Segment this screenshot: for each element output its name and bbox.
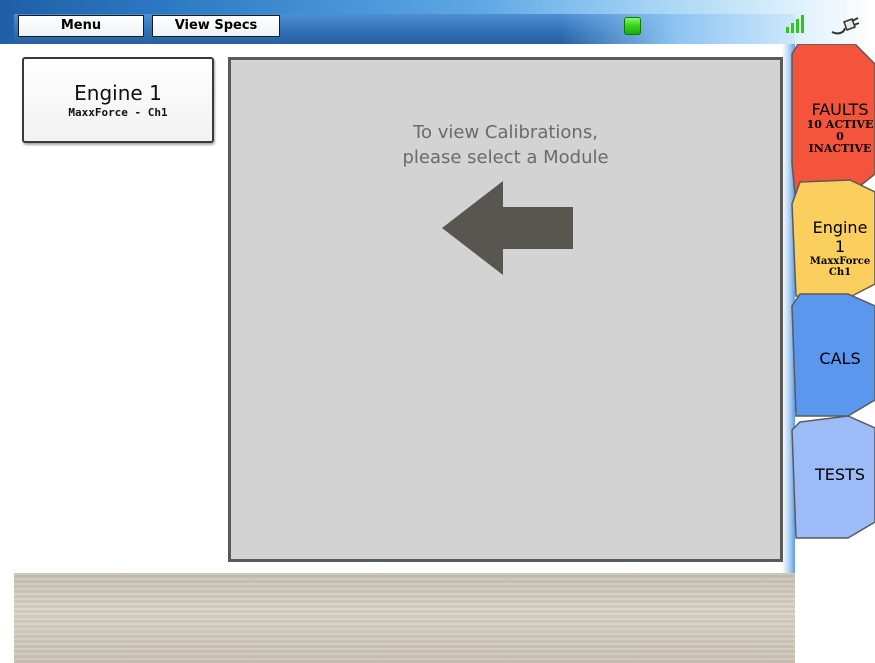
toolbar-fade [560, 14, 795, 44]
status-led-icon [624, 17, 641, 35]
tab-cals[interactable]: CALS [805, 349, 875, 368]
arrow-left-icon [442, 181, 573, 275]
message-line-2: please select a Module [402, 147, 609, 168]
bottom-panel [14, 573, 795, 663]
tab-engine-label: Engine 1 [812, 218, 868, 256]
right-bottom-area [795, 560, 875, 663]
view-specs-button[interactable]: View Specs [152, 15, 280, 37]
left-frame [0, 44, 14, 663]
module-button-engine-1[interactable]: Engine 1 MaxxForce - Ch1 [22, 57, 214, 143]
tab-engine-line2: MaxxForce [809, 256, 871, 267]
tab-engine-line3: Ch1 [828, 267, 852, 278]
select-module-message: To view Calibrations, please select a Mo… [231, 120, 780, 170]
message-line-1: To view Calibrations, [413, 122, 598, 143]
tab-engine-1[interactable]: Engine 1 MaxxForce Ch1 [805, 218, 875, 278]
module-title: Engine 1 [74, 81, 162, 105]
tab-tests[interactable]: TESTS [805, 465, 875, 484]
plug-icon [831, 17, 860, 35]
menu-button[interactable]: Menu [18, 15, 144, 37]
tab-faults[interactable]: FAULTS 10 ACTIVE 0 INACTIVE [805, 100, 875, 155]
calibrations-view: To view Calibrations, please select a Mo… [228, 57, 783, 562]
signal-bars-icon [786, 15, 804, 33]
module-subtitle: MaxxForce - Ch1 [68, 106, 168, 119]
tab-faults-label: FAULTS [811, 100, 869, 119]
tab-faults-inactive: 0 INACTIVE [808, 130, 872, 155]
